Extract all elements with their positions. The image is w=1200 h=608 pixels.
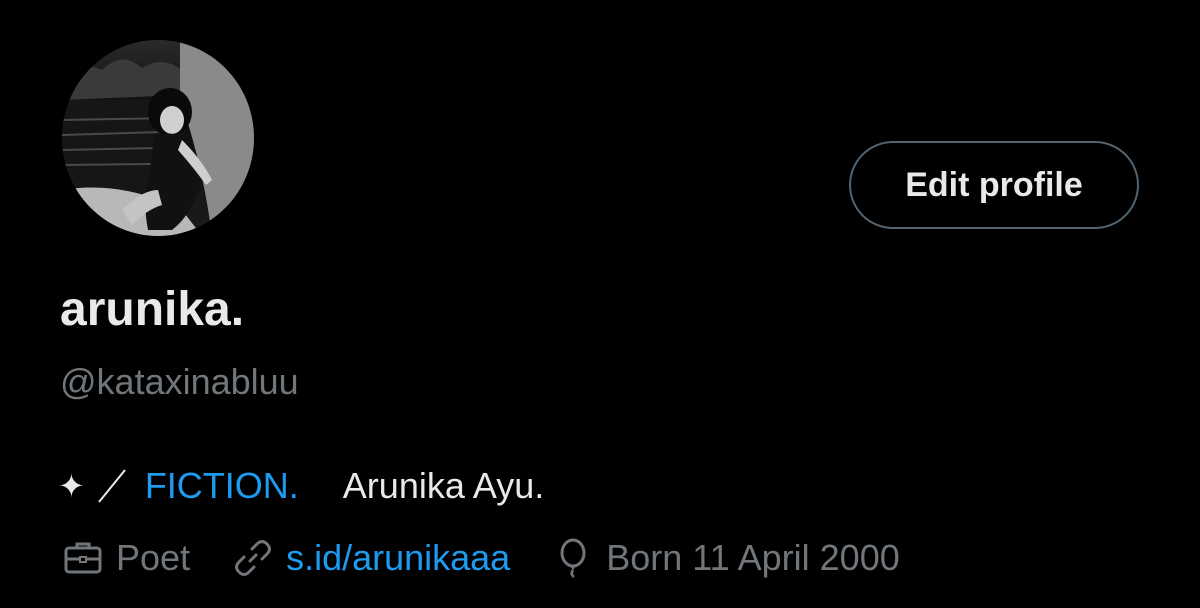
balloon-icon: [552, 537, 594, 579]
profile-meta: Poet s.id/arunikaaa Born 11 April 2000: [62, 534, 942, 582]
bio-fiction-link[interactable]: FICTION.: [145, 462, 299, 510]
slash-icon: [95, 466, 129, 506]
bio: ✦ FICTION. Arunika Ayu.: [58, 462, 544, 510]
avatar[interactable]: [62, 40, 254, 236]
link-icon: [232, 537, 274, 579]
edit-profile-button[interactable]: Edit profile: [849, 141, 1139, 229]
birthday-label: Born 11 April 2000: [606, 537, 900, 578]
avatar-photo: [62, 40, 254, 236]
profession-item: Poet: [62, 537, 190, 579]
profession-label: Poet: [116, 537, 191, 578]
website-item[interactable]: s.id/arunikaaa: [232, 537, 510, 579]
website-link[interactable]: s.id/arunikaaa: [286, 537, 510, 579]
username-handle: @kataxinabluu: [60, 361, 299, 402]
birthday-item: Born 11 April 2000: [552, 537, 900, 579]
bio-name: Arunika Ayu.: [342, 465, 545, 506]
display-name: arunika.: [60, 283, 245, 336]
sparkle-icon: ✦: [58, 467, 85, 505]
briefcase-icon: [62, 537, 104, 579]
